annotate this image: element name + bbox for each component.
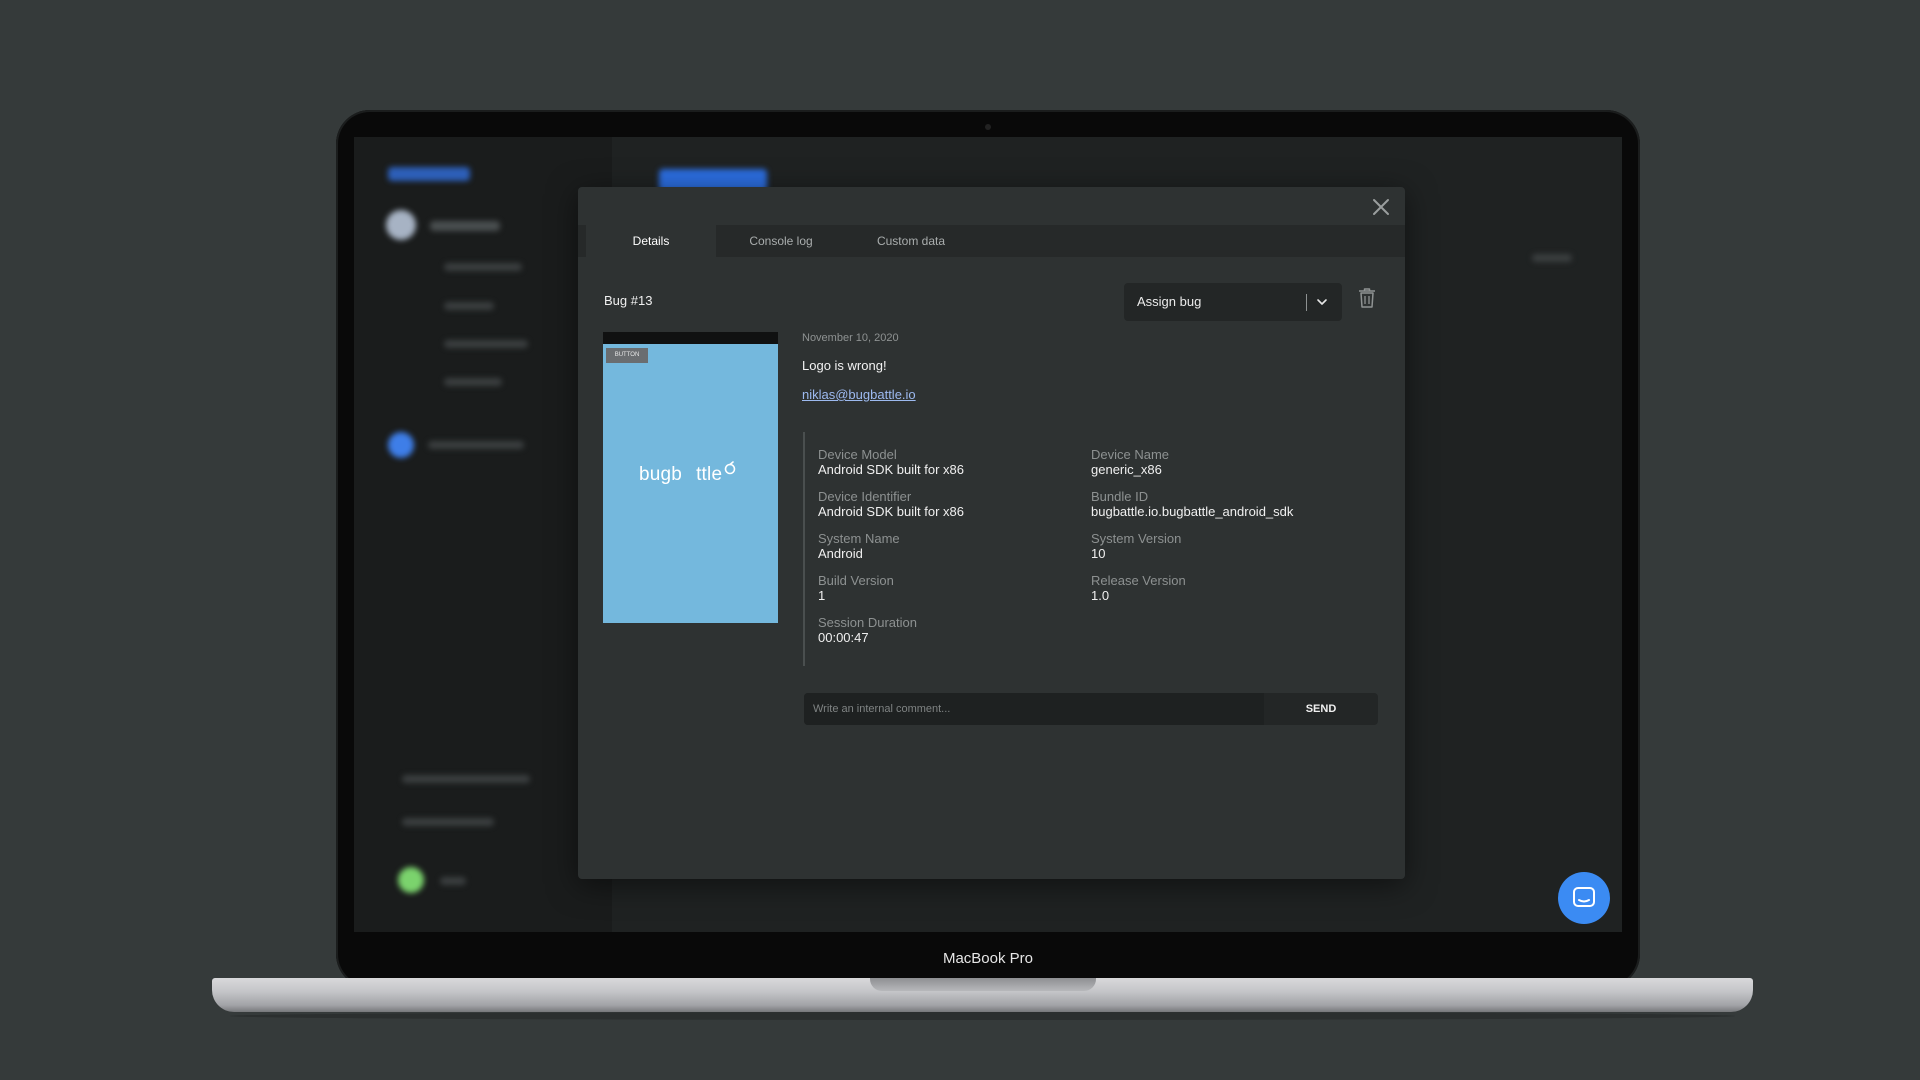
- field-label: System Version: [1091, 531, 1182, 546]
- blurred-menu-item: [444, 302, 494, 310]
- field-value: 10: [1091, 546, 1106, 561]
- background-sidebar: [354, 137, 612, 932]
- laptop-screen: Details Console log Custom data Bug #13 …: [354, 137, 1622, 932]
- chat-button[interactable]: [1558, 872, 1610, 924]
- tab-custom-data[interactable]: Custom data: [846, 225, 976, 257]
- field-label: Session Duration: [818, 615, 917, 630]
- dropdown-separator: [1306, 294, 1307, 311]
- field-label: Device Identifier: [818, 489, 912, 504]
- screenshot-logo: bugb ttle: [639, 464, 722, 486]
- bug-screenshot-thumbnail[interactable]: BUTTON bugb ttle: [603, 332, 778, 623]
- blurred-sidebar-content: [354, 137, 612, 932]
- field-label: System Name: [818, 531, 900, 546]
- send-button[interactable]: SEND: [1264, 693, 1378, 725]
- field-label: Build Version: [818, 573, 894, 588]
- chat-icon: [1573, 887, 1595, 907]
- screenshot-annotation-badge: BUTTON: [606, 348, 648, 363]
- field-value: 1: [818, 588, 826, 603]
- close-icon: [1373, 199, 1389, 215]
- chevron-down-icon: [1317, 299, 1327, 305]
- blurred-invite-people-link: [402, 818, 494, 826]
- laptop-brand-label: MacBook Pro: [942, 950, 1034, 967]
- bug-date: November 10, 2020: [802, 332, 899, 344]
- blurred-user-avatar: [398, 867, 424, 893]
- blurred-project-name: [430, 221, 500, 231]
- trash-icon: [1359, 288, 1375, 308]
- blurred-header-label: [1532, 254, 1572, 262]
- assign-bug-label: Assign bug: [1137, 294, 1202, 309]
- reporter-email-link[interactable]: niklas@bugbattle.io: [802, 387, 916, 402]
- field-session-duration: Session Duration 00:00:47: [818, 615, 917, 645]
- logo-text-right: ttle: [696, 464, 723, 485]
- bug-title: Bug #13: [604, 293, 653, 308]
- close-button[interactable]: [1371, 197, 1391, 217]
- blurred-documentation-link: [402, 775, 530, 783]
- comment-input[interactable]: [804, 693, 1264, 725]
- field-release-version: Release Version 1.0: [1091, 573, 1186, 603]
- field-value: bugbattle.io.bugbattle_android_sdk: [1091, 504, 1294, 519]
- field-value: Android SDK built for x86: [818, 504, 964, 519]
- device-info-border: [803, 432, 805, 666]
- laptop-base-notch: [870, 978, 1096, 991]
- blurred-create-project-label: [428, 441, 524, 449]
- laptop-base-shadow: [230, 1012, 1735, 1020]
- blurred-create-project-icon: [388, 432, 414, 458]
- field-system-name: System Name Android: [818, 531, 900, 561]
- blurred-sidebar-title: [388, 167, 470, 181]
- field-value: generic_x86: [1091, 462, 1162, 477]
- bug-summary: Logo is wrong!: [802, 358, 887, 373]
- logo-swirl-icon: [724, 461, 736, 475]
- delete-bug-button[interactable]: [1358, 287, 1376, 309]
- field-device-identifier: Device Identifier Android SDK built for …: [818, 489, 964, 519]
- assign-bug-dropdown[interactable]: Assign bug: [1124, 283, 1342, 321]
- field-device-model: Device Model Android SDK built for x86: [818, 447, 964, 477]
- blurred-menu-item: [444, 263, 522, 271]
- field-value: 1.0: [1091, 588, 1110, 603]
- screenshot-status-bar: [603, 332, 778, 344]
- comment-box: SEND: [804, 693, 1378, 725]
- blurred-user-name: [440, 877, 466, 885]
- field-bundle-id: Bundle ID bugbattle.io.bugbattle_android…: [1091, 489, 1293, 519]
- field-value: 00:00:47: [818, 630, 869, 645]
- tab-console-log[interactable]: Console log: [716, 225, 846, 257]
- field-label: Bundle ID: [1091, 489, 1149, 504]
- field-label: Release Version: [1091, 573, 1186, 588]
- field-value: Android: [818, 546, 863, 561]
- field-build-version: Build Version 1: [818, 573, 894, 603]
- field-label: Device Model: [818, 447, 897, 462]
- blurred-project-avatar: [386, 210, 416, 240]
- field-device-name: Device Name generic_x86: [1091, 447, 1169, 477]
- tab-details[interactable]: Details: [586, 225, 716, 257]
- blurred-menu-item: [444, 340, 528, 348]
- logo-text-left: bugb: [639, 464, 683, 485]
- field-label: Device Name: [1091, 447, 1170, 462]
- bug-details-modal: Details Console log Custom data Bug #13 …: [578, 187, 1405, 879]
- blurred-menu-item: [444, 378, 502, 386]
- field-value: Android SDK built for x86: [818, 462, 964, 477]
- camera: [985, 124, 991, 130]
- field-system-version: System Version 10: [1091, 531, 1181, 561]
